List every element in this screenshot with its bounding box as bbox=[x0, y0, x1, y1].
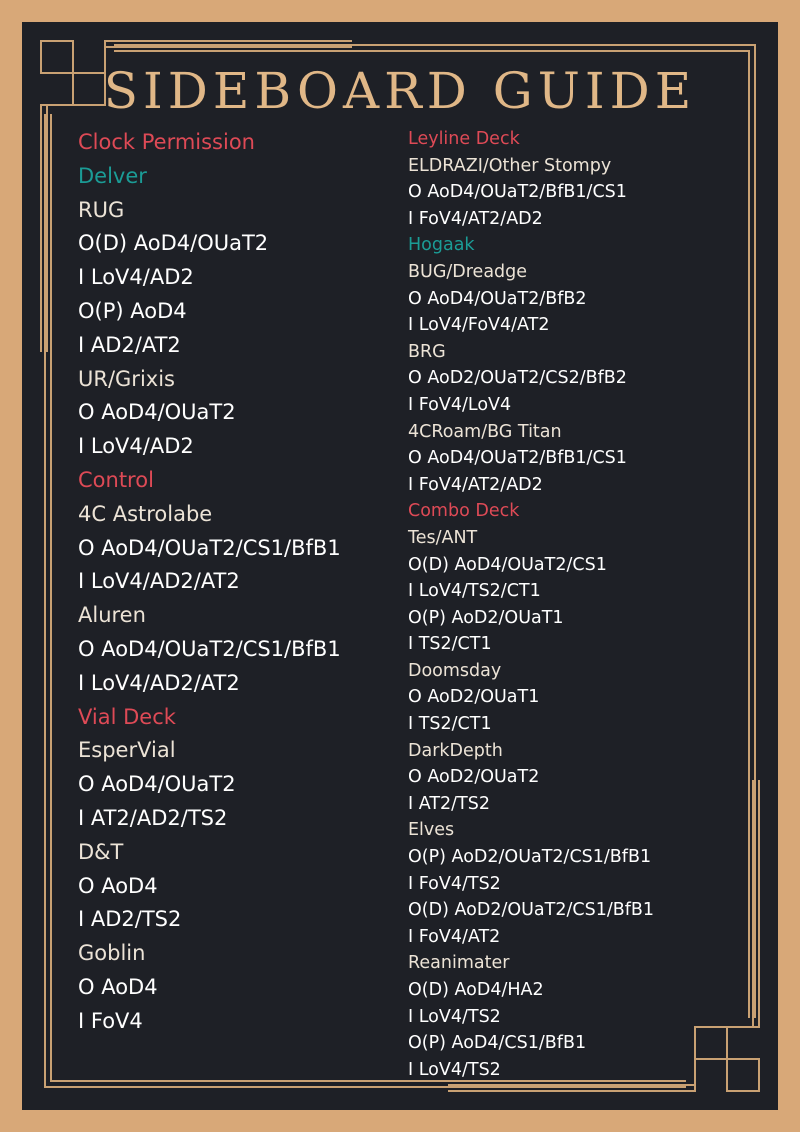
deck-name: Doomsday bbox=[408, 660, 502, 681]
swap-line: I TS2/CT1 bbox=[408, 634, 492, 655]
sub-header: Delver bbox=[78, 163, 147, 188]
swap-line: O(P) AoD2/OUaT2/CS1/BfB1 bbox=[408, 847, 652, 868]
deck-name: EsperVial bbox=[78, 738, 176, 763]
deck-name: Aluren bbox=[78, 603, 146, 628]
swap-line: O(D) AoD2/OUaT2/CS1/BfB1 bbox=[408, 900, 655, 921]
swap-line: O AoD4/OUaT2 bbox=[78, 400, 236, 425]
swap-line: I LoV4/FoV4/AT2 bbox=[408, 315, 550, 336]
swap-line: O AoD2/OUaT2 bbox=[408, 767, 540, 788]
guide-columns: Clock Permission Delver RUG O(D) AoD4/OUaT2… bbox=[22, 126, 778, 1083]
ornament-bracket-horizontal-line-2 bbox=[104, 46, 352, 48]
swap-line: O AoD4/OUaT2 bbox=[78, 772, 236, 797]
section-header: Leyline Deck bbox=[408, 129, 520, 149]
swap-line: O(P) AoD4/CS1/BfB1 bbox=[408, 1033, 587, 1054]
swap-line: O AoD4/OUaT2/CS1/BfB1 bbox=[78, 535, 341, 560]
ornament-bracket-horizontal-line-2 bbox=[448, 1084, 696, 1086]
swap-line: I LoV4/AD2/AT2 bbox=[78, 670, 240, 695]
guide-column-right: Leyline Deck ELDRAZI/Other Stompy O AoD4/O… bbox=[408, 126, 748, 1083]
swap-line: O(P) AoD2/OUaT1 bbox=[408, 607, 564, 628]
deck-name: RUG bbox=[78, 197, 125, 222]
deck-name: DarkDepth bbox=[408, 740, 503, 761]
swap-line: I FoV4/AT2 bbox=[408, 926, 501, 947]
swap-line: I LoV4/AD2 bbox=[78, 265, 194, 290]
deck-name: Reanimater bbox=[408, 953, 510, 974]
section-header: Vial Deck bbox=[78, 704, 176, 729]
deck-name: BUG/Dreadge bbox=[408, 261, 528, 282]
frame-inner-top-line bbox=[50, 50, 750, 52]
deck-name: 4CRoam/BG Titan bbox=[408, 421, 562, 442]
swap-line: I AT2/AD2/TS2 bbox=[78, 805, 228, 830]
swap-line: I AD2/TS2 bbox=[78, 907, 182, 932]
swap-line: O(D) AoD4/OUaT2 bbox=[78, 231, 269, 256]
ornament-bracket-horizontal-line bbox=[104, 40, 352, 42]
deck-name: Elves bbox=[408, 820, 455, 841]
page-title: SIDEBOARD GUIDE bbox=[103, 62, 697, 120]
swap-line: I FoV4/TS2 bbox=[408, 873, 501, 894]
sub-header: Hogaak bbox=[408, 235, 475, 256]
swap-line: O(P) AoD4 bbox=[78, 298, 187, 323]
deck-name: ELDRAZI/Other Stompy bbox=[408, 155, 612, 176]
swap-line: I TS2/CT1 bbox=[408, 714, 492, 735]
swap-line: I LoV4/AD2/AT2 bbox=[78, 569, 240, 594]
swap-line: I FoV4/AT2/AD2 bbox=[408, 208, 543, 229]
swap-line: I AT2/TS2 bbox=[408, 793, 490, 814]
swap-line: O(D) AoD4/HA2 bbox=[408, 980, 544, 1000]
ornament-bracket-horizontal-line bbox=[448, 1090, 696, 1092]
swap-line: O AoD4 bbox=[78, 974, 158, 999]
swap-line: O AoD2/OUaT1 bbox=[408, 687, 540, 708]
deck-name: Tes/ANT bbox=[408, 527, 478, 548]
section-header: Control bbox=[78, 467, 154, 492]
deck-name: BRG bbox=[408, 341, 446, 362]
swap-line: O AoD4/OUaT2/CS1/BfB1 bbox=[78, 636, 341, 661]
swap-line: O AoD4 bbox=[78, 873, 158, 898]
swap-line: O(D) AoD4/OUaT2/CS1 bbox=[408, 554, 607, 575]
swap-line: I FoV4/LoV4 bbox=[408, 394, 512, 415]
swap-line: I LoV4/TS2 bbox=[408, 1006, 501, 1027]
deck-name: UR/Grixis bbox=[78, 366, 175, 391]
swap-line: I FoV4/AT2/AD2 bbox=[408, 474, 543, 495]
poster-panel: SIDEBOARD GUIDE Clock Permission Delver RU… bbox=[22, 22, 778, 1110]
section-header: Combo Deck bbox=[408, 501, 520, 522]
section-header: Clock Permission bbox=[78, 130, 255, 154]
deck-name: D&T bbox=[78, 839, 124, 864]
guide-column-left: Clock Permission Delver RUG O(D) AoD4/OUaT2… bbox=[78, 126, 408, 1083]
deck-name: Goblin bbox=[78, 941, 146, 966]
swap-line: I LoV4/AD2 bbox=[78, 434, 194, 459]
sideboard-guide-poster: SIDEBOARD GUIDE Clock Permission Delver RU… bbox=[0, 0, 800, 1132]
swap-line: O AoD4/OUaT2/BfB1/CS1 bbox=[408, 448, 627, 469]
swap-line: O AoD4/OUaT2/BfB2 bbox=[408, 288, 587, 309]
swap-line: I LoV4/TS2 bbox=[408, 1059, 501, 1080]
swap-line: O AoD4/OUaT2/BfB1/CS1 bbox=[408, 182, 627, 203]
swap-line: O AoD2/OUaT2/CS2/BfB2 bbox=[408, 368, 627, 389]
swap-line: I FoV4 bbox=[78, 1008, 143, 1033]
swap-line: I AD2/AT2 bbox=[78, 332, 181, 357]
deck-name: 4C Astrolabe bbox=[78, 501, 213, 526]
swap-line: I LoV4/TS2/CT1 bbox=[408, 581, 541, 602]
